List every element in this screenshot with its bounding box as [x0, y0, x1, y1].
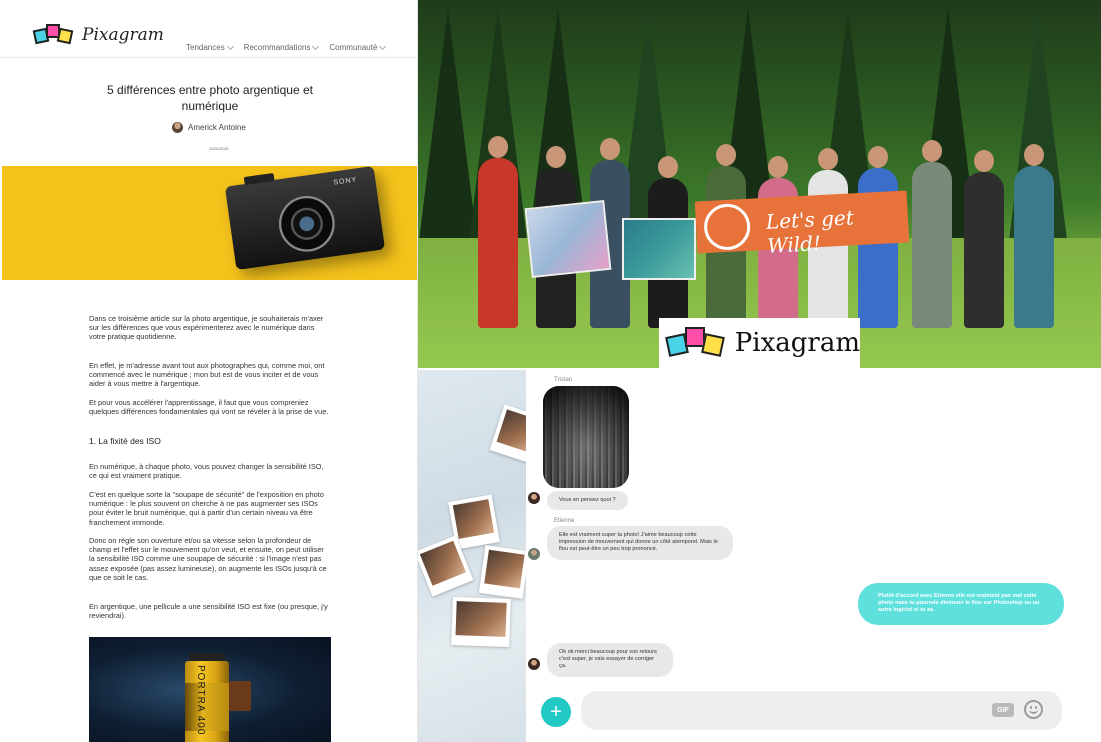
- nav-item-tendances[interactable]: Tendances: [186, 42, 234, 52]
- film-label: PORTRA 400: [195, 665, 206, 736]
- paragraph: En effet, je m'adresse avant tout aux ph…: [89, 361, 325, 389]
- avatar[interactable]: [528, 548, 540, 560]
- nav-item-recommandations[interactable]: Recommandations: [244, 42, 320, 52]
- paragraph: En numérique, à chaque photo, vous pouve…: [89, 462, 324, 481]
- main-nav: Tendances Recommandations Communauté: [186, 42, 387, 52]
- pixagram-watermark: Pixagram: [659, 318, 860, 368]
- banner: Let's get Wild!: [694, 190, 910, 258]
- gif-button[interactable]: GIF: [992, 703, 1014, 717]
- add-attachment-button[interactable]: +: [541, 697, 571, 727]
- banner-text: Let's get Wild!: [765, 205, 855, 258]
- chat-panel: Tristan Vous en pensez quoi ? Etienne El…: [526, 370, 1101, 742]
- paragraph: En argentique, une pellicule a une sensi…: [89, 602, 328, 621]
- author-avatar: [172, 122, 183, 133]
- group-photo: Let's get Wild! Pixagram: [418, 0, 1101, 368]
- chevron-down-icon: [226, 42, 234, 50]
- own-message-bubble: Plutôt d'accord avec Etienne elle est vr…: [858, 583, 1064, 625]
- film-roll-image: PORTRA 400: [89, 637, 331, 742]
- camera-brand: SONY: [333, 176, 358, 187]
- avatar[interactable]: [528, 658, 540, 670]
- chevron-down-icon: [312, 42, 320, 50]
- nav-item-communaute[interactable]: Communauté: [329, 42, 387, 52]
- logo-icon: [665, 325, 725, 361]
- message-bubble: Ok ok merci beaucoup pour vos retours c'…: [547, 643, 673, 677]
- author-name: Americk Antoine: [188, 123, 246, 132]
- hero-image-camera: SONY: [2, 166, 417, 280]
- paragraph: Dans ce troisième article sur la photo a…: [89, 314, 324, 342]
- wolf-logo-icon: [702, 202, 752, 252]
- message-bubble: Vous en pensez quoi ?: [547, 491, 628, 511]
- message-bubble: Elle est vraiment super ta photo! J'aime…: [547, 526, 733, 560]
- avatar[interactable]: [528, 492, 540, 504]
- section-heading: 1. La fixité des ISO: [89, 436, 161, 446]
- logo-icon: [32, 22, 76, 48]
- painting-artwork: [622, 218, 696, 280]
- emoji-icon[interactable]: [1024, 700, 1043, 719]
- sender-name: Tristan: [554, 377, 573, 383]
- shared-photo[interactable]: [543, 386, 629, 488]
- paragraph: Donc on règle son ouverture et/ou sa vit…: [89, 536, 327, 582]
- site-header: Pixagram Tendances Recommandations Commu…: [0, 0, 417, 58]
- plus-icon: +: [550, 701, 562, 723]
- painting-artwork: [524, 200, 612, 278]
- polaroids-background-image: [418, 370, 526, 742]
- logo-text: Pixagram: [82, 25, 164, 45]
- camera-illustration: SONY: [224, 166, 386, 271]
- article-author[interactable]: Americk Antoine: [172, 122, 246, 133]
- logo-text: Pixagram: [734, 328, 860, 358]
- article-title: 5 différences entre photo argentique et …: [107, 83, 313, 113]
- site-logo[interactable]: Pixagram: [32, 22, 164, 48]
- message-input[interactable]: [581, 691, 1062, 730]
- sender-name: Etienne: [554, 518, 575, 524]
- paragraph: Et pour vous accélérer l'apprentissage, …: [89, 398, 329, 417]
- gif-icon: GIF: [997, 706, 1009, 714]
- article-date: 12/01/2021: [209, 146, 230, 151]
- chevron-down-icon: [379, 42, 387, 50]
- article-page: Pixagram Tendances Recommandations Commu…: [0, 0, 418, 742]
- paragraph: C'est en quelque sorte la "soupape de sé…: [89, 490, 324, 527]
